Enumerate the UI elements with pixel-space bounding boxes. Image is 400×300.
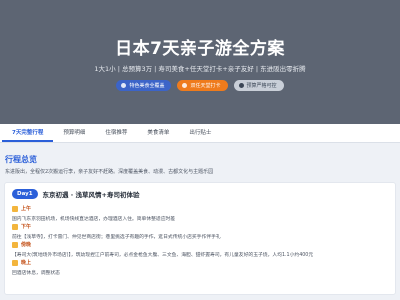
tab-hotels[interactable]: 住宿推荐 — [95, 124, 137, 142]
budget-control-button[interactable]: 预算严格可控 — [233, 80, 284, 91]
nintendo-checkin-button[interactable]: 双任天堂打卡 — [177, 80, 228, 91]
day-title: 东京初遇 · 浅草风情+寿司初体验 — [42, 191, 140, 199]
highlight-buttons: 特色美食全覆盖 双任天堂打卡 预算严格可控 — [0, 80, 400, 91]
wallet-icon — [238, 83, 244, 88]
food-coverage-label: 特色美食全覆盖 — [129, 83, 165, 89]
tab-bar: 7天完整行程 预算明细 住宿推荐 美食清单 出行贴士 — [0, 124, 400, 143]
hero-banner: 日本7天亲子游全方案 1大1小 | 总预算3万 | 寿司美食+任天堂打卡+亲子友… — [0, 0, 400, 124]
nintendo-checkin-label: 双任天堂打卡 — [190, 83, 221, 89]
segment-afternoon: 下午 前往【浅草寺】，打卡雷门、仲见世商店街；巷里挑选子有趣的手作，逛日式传统小… — [12, 223, 221, 240]
day-header: Day1 东京初遇 · 浅草风情+寿司初体验 — [12, 189, 139, 199]
sunset-icon — [12, 241, 18, 248]
tab-tips[interactable]: 出行贴士 — [179, 124, 221, 142]
segment-text: 【寿司大(筑地场外市场店)】，筑幼现捏江户前寿司，必点金枪鱼大腹、三文鱼、海胆、… — [12, 253, 314, 258]
segment-text: 前往【浅草寺】，打卡雷门、仲见世商店街；巷里挑选子有趣的手作，逛日式传统小店买手… — [12, 235, 221, 240]
trip-summary: 1大1小 | 总预算3万 | 寿司美食+任天堂打卡+亲子友好 | 东进阪出零折腾 — [94, 65, 306, 73]
page-title: 日本7天亲子游全方案 — [115, 39, 285, 59]
segment-label: 下午 — [21, 224, 32, 230]
tab-budget[interactable]: 预算明细 — [53, 124, 95, 142]
segment-label: 晚上 — [21, 260, 32, 266]
segment-label: 上午 — [21, 206, 32, 212]
overview-description: 东进阪出，全程仅2次搬运行李，亲子友好不赶路。深度覆盖美食、动漫、古都文化与主题… — [5, 169, 214, 175]
segment-text: 国内飞东京羽田机场，机场快线直达酒店，办理酒店入住。简单休整适应时差 — [12, 217, 176, 222]
segment-night: 晚上 回酒店休息，调整状态 — [12, 259, 60, 276]
day-card: Day1 东京初遇 · 浅草风情+寿司初体验 上午 国内飞东京羽田机场，机场快线… — [4, 182, 396, 295]
overview-title: 行程总览 — [5, 155, 37, 164]
sun-icon — [12, 223, 18, 230]
tab-itinerary[interactable]: 7天完整行程 — [2, 124, 54, 142]
sun-icon — [12, 205, 18, 212]
moon-icon — [12, 259, 18, 266]
budget-control-label: 预算严格可控 — [246, 83, 277, 89]
tab-food[interactable]: 美食清单 — [137, 124, 179, 142]
segment-text: 回酒店休息，调整状态 — [12, 271, 60, 276]
segment-dusk: 傍晚 【寿司大(筑地场外市场店)】，筑幼现捏江户前寿司，必点金枪鱼大腹、三文鱼、… — [12, 241, 313, 258]
food-coverage-button[interactable]: 特色美食全覆盖 — [116, 80, 172, 91]
segment-label: 傍晚 — [21, 242, 32, 248]
segment-morning: 上午 国内飞东京羽田机场，机场快线直达酒店，办理酒店入住。简单休整适应时差 — [12, 205, 175, 222]
game-icon — [182, 83, 188, 88]
day-badge: Day1 — [12, 189, 38, 199]
food-icon — [121, 83, 127, 88]
